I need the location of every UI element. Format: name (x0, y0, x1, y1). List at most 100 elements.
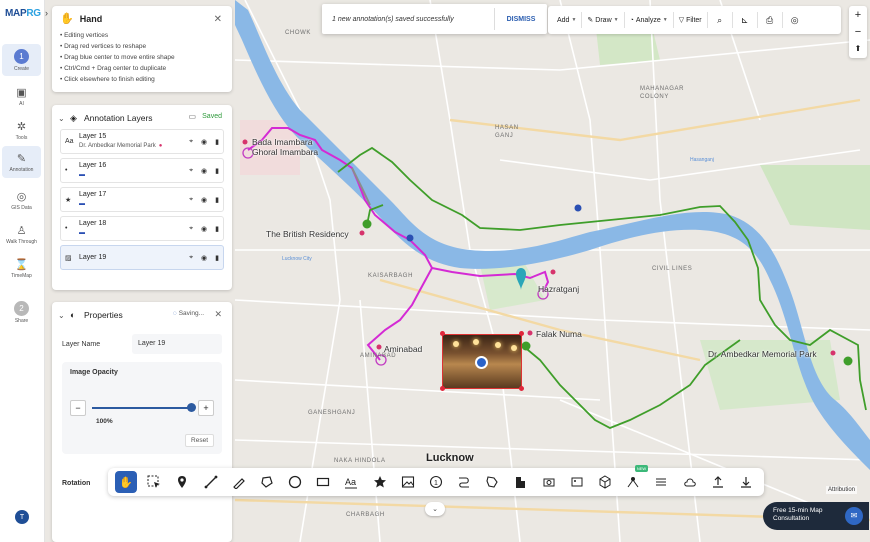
panel-view-icon[interactable]: ▭ (188, 112, 196, 121)
layer-row[interactable]: ★ Layer 17 ▬ ⌖ ◉ ▮ (60, 187, 224, 212)
select-tool[interactable] (143, 471, 165, 493)
visibility-icon[interactable]: ◉ (201, 225, 207, 233)
visibility-icon[interactable]: ◉ (201, 196, 207, 204)
hand-tool[interactable]: ✋ (115, 471, 138, 493)
image-annotation[interactable] (442, 334, 522, 389)
rail-item-tools[interactable]: ✲ Tools (2, 114, 41, 146)
rail-item-gis-data[interactable]: ◎ GIS Data (2, 184, 41, 216)
vertex-handle[interactable] (519, 331, 524, 336)
rail-item-create[interactable]: 1 Create (2, 44, 41, 76)
network-tool[interactable]: NEW (622, 465, 649, 493)
delete-icon[interactable]: ▮ (215, 167, 219, 175)
poi-label[interactable]: Hazratganj (538, 284, 579, 294)
rail-item-timemap[interactable]: ⌛ TimeMap (2, 252, 41, 284)
filter-tool[interactable] (650, 471, 672, 493)
vertex-handle[interactable] (440, 386, 445, 391)
rail-item-annotation[interactable]: ✎ Annotation (2, 146, 41, 178)
visibility-icon[interactable]: ◉ (201, 254, 207, 262)
freehand-tool[interactable] (228, 471, 250, 493)
upload-tool[interactable] (707, 471, 729, 493)
region-tool[interactable] (481, 471, 503, 493)
camera-tool[interactable] (538, 471, 560, 493)
rail-item-share[interactable]: 2 Share (2, 296, 41, 328)
delete-icon[interactable]: ▮ (215, 254, 219, 262)
visibility-icon[interactable]: ◉ (201, 167, 207, 175)
add-menu-button[interactable]: Add ▼ (552, 10, 581, 30)
line-tool[interactable] (200, 471, 222, 493)
poi-label[interactable]: Dr. Ambedkar Memorial Park (708, 349, 817, 359)
search-icon[interactable]: ⌕ (708, 10, 732, 30)
cloud-tool[interactable] (679, 471, 701, 493)
decrease-opacity-button[interactable]: − (70, 400, 86, 416)
collapse-rail-icon[interactable]: › (45, 8, 48, 18)
locate-icon[interactable]: ⌖ (189, 138, 193, 146)
rail-item-walk-through[interactable]: ♙ Walk Through (2, 218, 41, 250)
chevron-down-icon[interactable]: ⌄ (58, 114, 70, 123)
star-tool[interactable] (369, 471, 391, 493)
poi-label[interactable]: Falak Numa (536, 329, 582, 339)
app-logo[interactable]: MAPRG (5, 8, 41, 19)
poi-label[interactable]: Ghoral Imambara (252, 147, 318, 157)
poi-label[interactable]: The British Residency (266, 229, 349, 239)
number-tool[interactable]: 1 (425, 471, 447, 493)
rail-item-ai[interactable]: ▣ AI (2, 80, 41, 112)
reset-button[interactable]: Reset (185, 434, 214, 447)
zoom-in-button[interactable]: + (849, 6, 867, 23)
opacity-slider[interactable]: − + (70, 400, 214, 416)
slider-knob[interactable] (187, 403, 196, 412)
locate-icon[interactable]: ⌖ (189, 225, 193, 233)
layer-row[interactable]: • Layer 18 ▬ ⌖ ◉ ▮ (60, 216, 224, 241)
3d-tool[interactable] (594, 471, 616, 493)
slider-track[interactable] (92, 407, 192, 409)
avatar[interactable]: T (15, 510, 29, 524)
zoom-out-button[interactable]: − (849, 23, 867, 40)
delete-icon[interactable]: ▮ (215, 225, 219, 233)
filter-button[interactable]: ▽ Filter (674, 10, 707, 30)
increase-opacity-button[interactable]: + (198, 400, 214, 416)
hand-tool-panel: ✋ Hand ✕ • Editing vertices • Drag red v… (52, 6, 232, 92)
polygon-tool[interactable] (256, 471, 278, 493)
poi-label[interactable]: Aminabad (384, 344, 422, 354)
delete-icon[interactable]: ▮ (215, 196, 219, 204)
analyze-menu-button[interactable]: ◔ Analyze ▼ (625, 10, 673, 30)
move-center-handle[interactable] (475, 356, 488, 369)
locate-icon[interactable]: ⌖ (189, 254, 193, 262)
visibility-icon[interactable]: ◉ (201, 138, 207, 146)
chat-icon[interactable]: ✉ (845, 507, 863, 525)
vertex-handle[interactable] (440, 331, 445, 336)
chevron-down-icon[interactable]: ⌄ (425, 502, 445, 516)
draw-menu-button[interactable]: ✎ Draw ▼ (582, 10, 623, 30)
consultation-button[interactable]: Free 15-min Map Consultation ✉ (763, 502, 869, 530)
locate-icon[interactable]: ⌖ (189, 196, 193, 204)
dismiss-button[interactable]: DISMISS (495, 16, 547, 23)
building-tool[interactable] (509, 471, 531, 493)
layer-row-selected[interactable]: ▨ Layer 19 ⌖ ◉ ▮ (60, 245, 224, 270)
chevron-down-icon[interactable]: ⌄ (58, 311, 70, 320)
circle-tool[interactable] (284, 471, 306, 493)
download-tool[interactable] (735, 471, 757, 493)
marker-tool[interactable] (171, 471, 193, 493)
text-tool[interactable]: Aa (340, 471, 362, 493)
layer-row[interactable]: • Layer 16 ▬ ⌖ ◉ ▮ (60, 158, 224, 183)
rectangle-tool[interactable] (312, 471, 334, 493)
attribution-label[interactable]: Attribution (826, 486, 858, 494)
settings-icon[interactable]: ◎ (783, 10, 807, 30)
layers-panel-header[interactable]: ⌄ ◈ Annotation Layers ▭ Saved (58, 111, 226, 125)
close-icon[interactable]: ✕ (214, 309, 222, 320)
print-icon[interactable]: ⎙ (758, 10, 782, 30)
vertex-handle[interactable] (519, 386, 524, 391)
locate-icon[interactable]: ⌖ (189, 167, 193, 175)
measure-icon[interactable]: ⊾ (733, 10, 757, 30)
layer-sub: Dr. Ambedkar Memorial Park ● (79, 143, 162, 149)
image-tool[interactable] (397, 471, 419, 493)
photo-tool[interactable] (566, 471, 588, 493)
layer-name-input[interactable]: Layer 19 (132, 334, 222, 354)
close-icon[interactable]: ✕ (214, 14, 222, 25)
compass-button[interactable]: ⬆ (849, 40, 867, 57)
tip-item: • Drag blue center to move entire shape (60, 54, 175, 61)
delete-icon[interactable]: ▮ (215, 138, 219, 146)
poi-label[interactable]: Bada Imambara (252, 137, 312, 147)
properties-panel-header[interactable]: ⌄ ◐ Properties ◌ Saving... ✕ (58, 308, 226, 322)
layer-row[interactable]: Aa Layer 15 Dr. Ambedkar Memorial Park ● … (60, 129, 224, 154)
route-tool[interactable] (453, 471, 475, 493)
